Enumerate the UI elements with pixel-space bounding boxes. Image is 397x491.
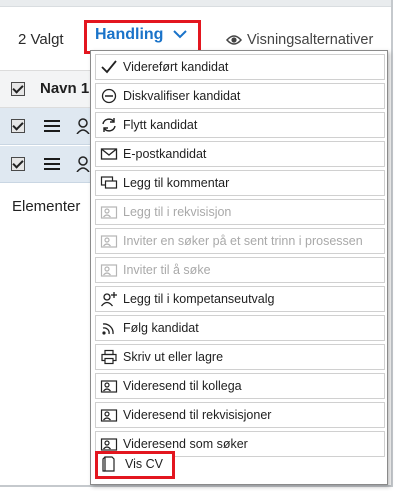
envelope-icon — [100, 148, 118, 160]
menu-item-invite-to-apply[interactable]: Inviter til å søke — [95, 257, 385, 283]
menu-item-label: Følg kandidat — [123, 321, 199, 335]
menu-item-email-candidate[interactable]: E-postkandidat — [95, 141, 385, 167]
document-icon — [102, 456, 115, 472]
menu-item-label: Videresend til rekvisisjoner — [123, 408, 272, 422]
menu-item-label: Skriv ut eller lagre — [123, 350, 224, 364]
action-dropdown-button[interactable]: Handling — [84, 20, 201, 54]
items-footer: Elementer — [12, 198, 81, 215]
action-menu: Videreført kandidat Diskvalifiser kandid… — [90, 50, 388, 485]
top-strip — [0, 0, 391, 7]
printer-icon — [101, 349, 117, 365]
menu-item-forward-to-colleague[interactable]: Videresend til kollega — [95, 373, 385, 399]
eye-icon — [226, 35, 242, 45]
person-card-icon — [100, 409, 118, 422]
menu-item-forward-to-requisitions[interactable]: Videresend til rekvisisjoner — [95, 402, 385, 428]
menu-item-label: Flytt kandidat — [123, 118, 198, 132]
menu-item-label: Inviter til å søke — [123, 263, 211, 277]
select-all-checkbox[interactable] — [11, 82, 25, 96]
menu-item-add-to-talent-pool[interactable]: Legg til i kompetanseutvalg — [95, 286, 385, 312]
view-options-button[interactable]: Visningsalternativer — [226, 32, 373, 48]
action-label: Handling — [95, 26, 164, 43]
menu-item-label: Legg til i kompetanseutvalg — [123, 292, 275, 306]
menu-item-label: Inviter en søker på et sent trinn i pros… — [123, 234, 363, 248]
row-checkbox[interactable] — [11, 157, 25, 171]
menu-item-add-to-requisition[interactable]: Legg til i rekvisisjon — [95, 199, 385, 225]
person-card-icon — [100, 264, 118, 277]
menu-item-add-comment[interactable]: Legg til kommentar — [95, 170, 385, 196]
table-row[interactable] — [0, 146, 90, 183]
person-card-icon — [100, 438, 118, 451]
chevron-down-icon — [173, 30, 187, 39]
refresh-icon — [102, 118, 116, 132]
row-checkbox[interactable] — [11, 119, 25, 133]
person-card-icon — [100, 206, 118, 219]
table-header: Navn 1 — [0, 70, 90, 108]
menu-item-move-candidate[interactable]: Flytt kandidat — [95, 112, 385, 138]
person-add-icon — [100, 292, 117, 307]
menu-item-label: Videresend til kollega — [123, 379, 242, 393]
menu-item-label: Videresend som søker — [123, 437, 248, 451]
check-icon — [101, 60, 117, 74]
menu-item-label: Videreført kandidat — [123, 60, 229, 74]
menu-item-label: Legg til i rekvisisjon — [123, 205, 232, 219]
menu-item-advance-candidate[interactable]: Videreført kandidat — [95, 54, 385, 80]
menu-item-label: Legg til kommentar — [123, 176, 230, 190]
person-card-icon — [100, 380, 118, 393]
person-icon — [76, 156, 90, 172]
menu-item-view-cv[interactable]: Vis CV — [95, 451, 175, 479]
menu-item-label: Diskvalifiser kandidat — [123, 89, 241, 103]
person-icon — [76, 118, 90, 134]
menu-icon[interactable] — [44, 158, 60, 170]
table-row[interactable] — [0, 108, 90, 145]
comment-icon — [100, 176, 118, 189]
selected-count: 2 Valgt — [18, 31, 64, 48]
view-options-label: Visningsalternativer — [247, 32, 374, 48]
menu-item-disqualify-candidate[interactable]: Diskvalifiser kandidat — [95, 83, 385, 109]
menu-item-label: Vis CV — [125, 457, 163, 471]
menu-icon[interactable] — [44, 120, 60, 132]
menu-item-follow-candidate[interactable]: Følg kandidat — [95, 315, 385, 341]
rss-icon — [102, 323, 114, 335]
person-card-icon — [100, 235, 118, 248]
menu-item-print-or-save[interactable]: Skriv ut eller lagre — [95, 344, 385, 370]
menu-item-invite-late-stage[interactable]: Inviter en søker på et sent trinn i pros… — [95, 228, 385, 254]
menu-item-label: E-postkandidat — [123, 147, 207, 161]
minus-circle-icon — [101, 88, 117, 104]
name-column-header[interactable]: Navn 1 — [40, 80, 89, 97]
